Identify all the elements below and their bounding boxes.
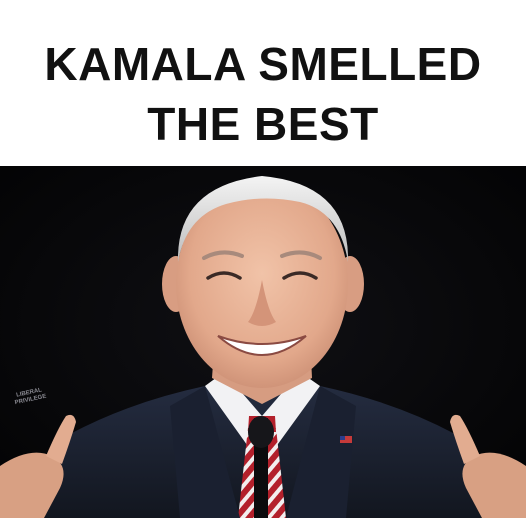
- caption-line-2: THE BEST: [147, 98, 379, 150]
- photo: [0, 166, 526, 518]
- meme-image: KAMALA SMELLED THE BEST LIBERAL PRIVILEG…: [0, 0, 526, 518]
- caption-line-1: KAMALA SMELLED: [44, 38, 482, 90]
- microphone-icon: [248, 416, 274, 448]
- caption-panel: KAMALA SMELLED THE BEST: [0, 0, 526, 166]
- smiling-man-illustration: [0, 166, 526, 518]
- flag-pin-canton: [340, 436, 345, 440]
